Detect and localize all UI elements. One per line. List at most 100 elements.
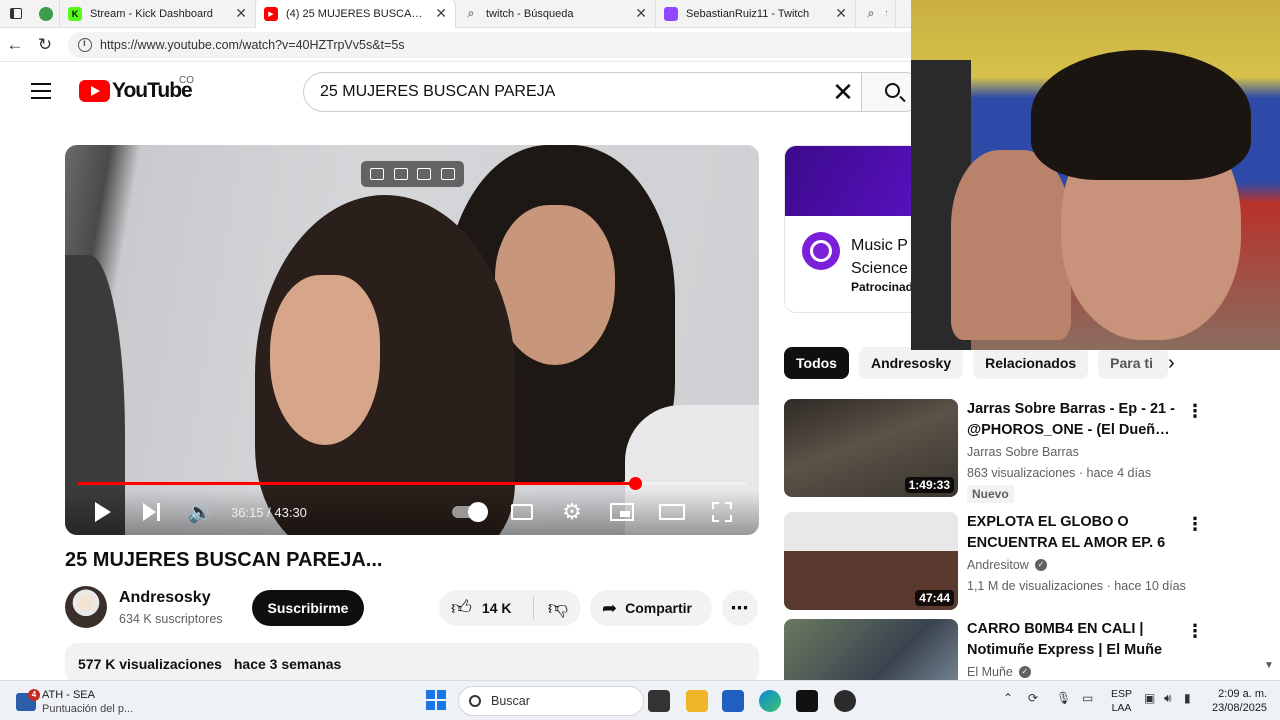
settings-gear-icon[interactable]: ⚙ (560, 499, 584, 524)
speaker-icon[interactable]: 🔊︎ (1164, 691, 1172, 706)
verified-check-icon: ✓ (1034, 559, 1047, 571)
display-icon[interactable]: ▭ (1082, 691, 1093, 705)
recommendation-channel[interactable]: El Muñe ✓ (967, 665, 1031, 679)
url-field[interactable]: https://www.youtube.com/watch?v=40HZTrpV… (68, 31, 948, 58)
recommendation-channel[interactable]: Jarras Sobre Barras (967, 445, 1079, 459)
back-button[interactable]: ← (0, 30, 30, 60)
language-indicator[interactable]: ESP LAA (1111, 687, 1132, 715)
youtube-icon: ▶ (264, 6, 278, 21)
microphone-icon[interactable]: 🎙︎ (1056, 691, 1071, 705)
more-vert-icon[interactable]: ⋮ (1186, 621, 1204, 641)
tiktok-icon[interactable] (796, 690, 818, 712)
like-count: 14 K (481, 600, 512, 616)
start-button[interactable] (426, 690, 446, 710)
recommendation-item[interactable]: 1:49:33 Jarras Sobre Barras - Ep - 21 - … (784, 399, 1204, 503)
translate-icon[interactable] (441, 168, 456, 180)
progress-bar[interactable] (78, 477, 746, 490)
chip-for-you[interactable]: Para ti (1098, 347, 1169, 379)
battery-icon[interactable]: ▮ (1184, 691, 1191, 705)
youtube-logo[interactable]: YouTube CO (79, 75, 194, 103)
network-icon[interactable]: ▣ (1144, 691, 1155, 705)
tab-actions-menu[interactable] (0, 0, 32, 28)
next-icon[interactable] (139, 500, 163, 524)
chevron-up-icon[interactable]: ⌃ (1003, 691, 1013, 705)
autoplay-toggle[interactable] (451, 500, 488, 524)
twitch-icon (664, 6, 678, 21)
video-frame-figure (270, 275, 380, 445)
search-input[interactable]: 25 MUJERES BUSCAN PAREJA (303, 72, 861, 112)
tab-twitch-search[interactable]: ⌕ twitch - Búsqueda ✕ (456, 0, 656, 28)
share-button[interactable]: ➦ Compartir (590, 590, 712, 626)
progress-scrubber[interactable] (628, 477, 642, 490)
chip-channel[interactable]: Andresosky (858, 347, 964, 379)
channel-label: Andresitow (967, 558, 1029, 572)
divider (533, 596, 534, 620)
share-label: Compartir (625, 600, 692, 616)
obs-icon[interactable] (834, 690, 856, 712)
volume-icon[interactable]: 🔊 (187, 500, 213, 524)
edge-icon[interactable] (759, 690, 781, 712)
subscribe-button[interactable]: Suscribirme (252, 590, 364, 626)
close-tab-icon[interactable]: ✕ (235, 5, 247, 22)
ad-brand-icon (802, 232, 840, 270)
recommendation-item[interactable]: 47:44 EXPLOTA EL GLOBO O ENCUENTRA EL AM… (784, 512, 1204, 610)
menu-icon[interactable] (31, 83, 51, 99)
recommendation-channel[interactable]: Andresitow ✓ (967, 558, 1047, 572)
fullscreen-icon[interactable] (711, 500, 733, 524)
more-actions-button[interactable]: ⋯ (722, 590, 758, 626)
miniplayer-icon[interactable] (609, 500, 635, 524)
description-box[interactable]: 577 K visualizaciones hace 3 semanas (65, 643, 759, 683)
clear-search-icon[interactable]: ✕ (828, 77, 858, 107)
tab-truncated[interactable]: ⌕ tr (856, 0, 896, 28)
video-thumbnail[interactable]: 1:49:33 (784, 399, 958, 497)
chip-related[interactable]: Relacionados (973, 347, 1089, 379)
tab-label: SebastianRuiz11 - Twitch (686, 7, 810, 20)
reload-button[interactable]: ↻ (30, 30, 60, 60)
transcript-icon[interactable] (417, 168, 432, 180)
tab-kick-dashboard[interactable]: K Stream - Kick Dashboard ✕ (60, 0, 256, 28)
tab-twitch-channel[interactable]: SebastianRuiz11 - Twitch ✕ (656, 0, 856, 28)
more-vert-icon[interactable]: ⋮ (1186, 401, 1204, 421)
clip-icon[interactable] (393, 168, 408, 180)
video-player[interactable]: 🔊 36:15 / 43:30 ⚙ (65, 145, 759, 535)
chip-todos[interactable]: Todos (784, 347, 849, 379)
clock[interactable]: 2:09 a. m. 23/08/2025 (1212, 687, 1267, 715)
video-thumbnail[interactable]: 47:44 (784, 512, 958, 610)
sync-icon[interactable]: ⟳ (1028, 691, 1038, 705)
file-explorer-icon[interactable] (686, 690, 708, 712)
theater-mode-icon[interactable] (659, 500, 685, 524)
recommendation-title[interactable]: Jarras Sobre Barras - Ep - 21 - @PHOROS_… (967, 399, 1177, 441)
avatar[interactable] (65, 586, 107, 628)
channel-label: El Muñe (967, 665, 1013, 679)
site-info-icon[interactable] (78, 37, 92, 52)
language-code: ESP (1111, 688, 1133, 700)
channel-name[interactable]: Andresosky (119, 589, 211, 607)
tab-actions-icon (10, 8, 22, 19)
filter-chips: Todos Andresosky Relacionados Para ti (784, 347, 1178, 381)
task-view-icon[interactable] (648, 690, 670, 712)
sponsored-ad-card[interactable]: Music P Science Patrocinad (784, 145, 924, 313)
country-code: CO (179, 75, 194, 86)
tab-label: twitch - Búsqueda (486, 7, 574, 20)
tab-youtube-video[interactable]: ▶ (4) 25 MUJERES BUSCAN PAREJA ✕ (256, 0, 456, 28)
close-tab-icon[interactable]: ✕ (635, 5, 647, 22)
recommendation-title[interactable]: CARRO B0MB4 EN CALI | Notimuñe Express |… (967, 619, 1177, 661)
dislike-button[interactable]: 👎︎ (539, 590, 577, 626)
taskbar-search[interactable]: Buscar (458, 686, 644, 716)
like-button[interactable]: 👍︎ 14 K (439, 590, 533, 626)
play-icon[interactable] (91, 500, 115, 524)
chevron-right-icon[interactable]: › (1168, 352, 1188, 376)
tab-pinned[interactable] (32, 0, 60, 28)
screenshot-icon[interactable] (369, 168, 384, 180)
share-arrow-icon: ➦ (602, 597, 618, 618)
thumbs-down-icon: 👎︎ (547, 597, 569, 619)
close-tab-icon[interactable]: ✕ (835, 5, 847, 22)
store-icon[interactable] (722, 690, 744, 712)
more-vert-icon[interactable]: ⋮ (1186, 514, 1204, 534)
scroll-down-arrow-icon[interactable]: ▼ (1264, 660, 1274, 671)
subtitles-icon[interactable] (510, 500, 534, 524)
new-badge: Nuevo (967, 485, 1014, 503)
close-tab-icon[interactable]: ✕ (435, 5, 447, 22)
recommendation-title[interactable]: EXPLOTA EL GLOBO O ENCUENTRA EL AMOR EP.… (967, 512, 1177, 554)
weather-widget[interactable]: 4 ATH - SEA Puntuación del p... (16, 687, 166, 717)
